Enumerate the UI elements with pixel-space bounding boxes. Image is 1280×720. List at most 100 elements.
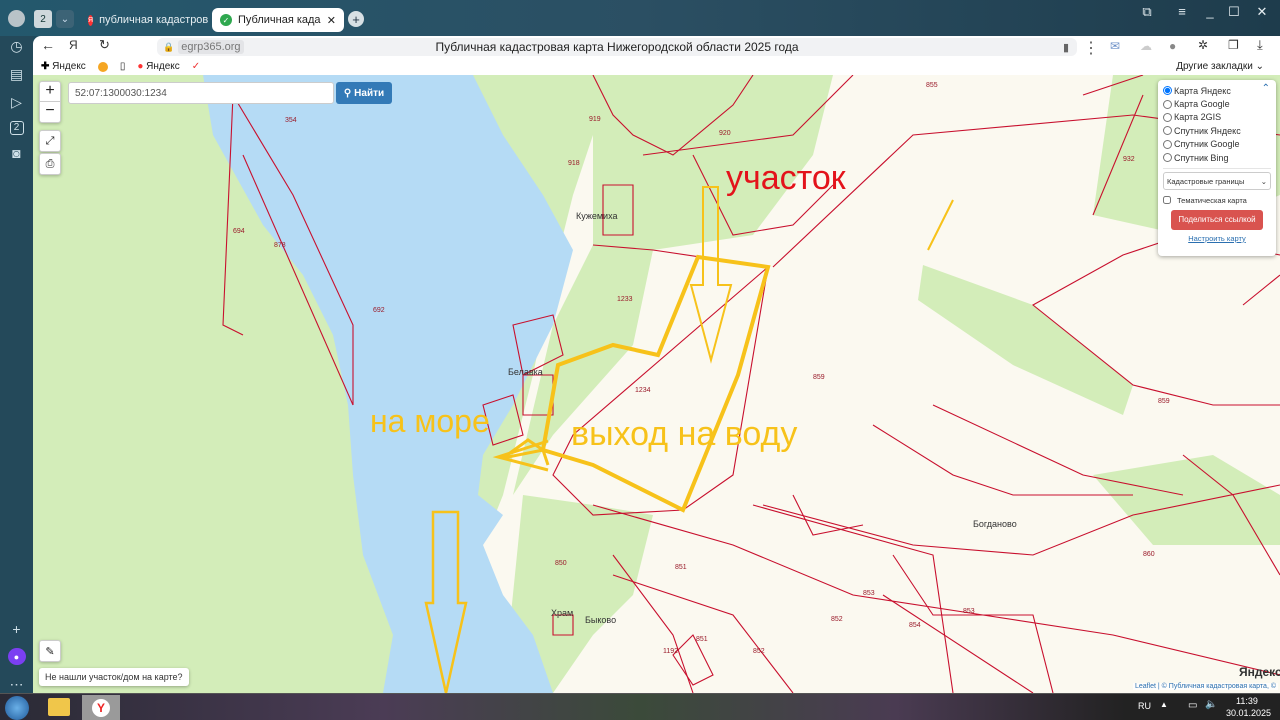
map-canvas[interactable]: 354 919 920 855 932 918 694 878 692 1233… xyxy=(33,75,1280,693)
bookmark-orange-icon[interactable] xyxy=(97,61,108,72)
tab-2[interactable]: ✓ Публичная кадастрова ✕ xyxy=(212,8,344,32)
cadastral-map[interactable]: 354 919 920 855 932 918 694 878 692 1233… xyxy=(33,75,1280,693)
profile-avatar[interactable] xyxy=(8,10,25,27)
layer-label: Спутник Яндекс xyxy=(1174,125,1241,136)
tray-arrow-icon[interactable]: ▲ xyxy=(1160,700,1168,709)
zoom-in-button[interactable]: + xyxy=(40,82,60,103)
tab-label: публичная кадастровая к xyxy=(99,14,208,26)
browser-titlebar: 2 ⌄ Я публичная кадастровая к ✓ Публична… xyxy=(0,0,1280,36)
alice-icon[interactable]: ● xyxy=(7,647,26,666)
thematic-map-toggle[interactable]: Тематическая карта xyxy=(1163,193,1271,206)
add-icon[interactable]: + xyxy=(8,620,26,638)
overlay-select[interactable]: Кадастровые границы ⌄ xyxy=(1163,172,1271,191)
sidebar-badge[interactable]: 2 xyxy=(9,120,24,135)
parcel-label: 932 xyxy=(1123,156,1135,163)
annotation-water-access: выход на воду xyxy=(571,415,797,453)
menu-icon[interactable]: ≡ xyxy=(1170,4,1194,19)
layer-option-google-map[interactable]: Карта Google xyxy=(1163,97,1271,110)
forest-area xyxy=(918,265,1133,415)
clock-date[interactable]: 30.01.2025 xyxy=(1226,708,1271,718)
tab-group-badge[interactable]: 2 xyxy=(34,10,52,28)
annotation-parcel: участок xyxy=(726,159,847,197)
maximize-button[interactable]: ☐ xyxy=(1222,4,1246,20)
network-icon[interactable]: ▭ xyxy=(1188,700,1197,711)
other-bookmarks[interactable]: Другие закладки ⌄ xyxy=(1176,61,1264,72)
parcel-label: 854 xyxy=(909,622,921,629)
volume-icon[interactable]: 🔈 xyxy=(1205,699,1217,710)
share-link-button[interactable]: Поделиться ссылкой xyxy=(1171,209,1263,230)
start-button[interactable] xyxy=(5,696,29,720)
layer-option-2gis-map[interactable]: Карта 2GIS xyxy=(1163,111,1271,124)
parcel-label: 850 xyxy=(555,560,567,567)
yandex-browser-taskbar-icon[interactable]: Y xyxy=(82,695,120,720)
close-tab-icon[interactable]: ✕ xyxy=(327,14,336,27)
layer-option-yandex-satellite[interactable]: Спутник Яндекс xyxy=(1163,124,1271,137)
parcel-label: 853 xyxy=(863,590,875,597)
parcel-label: 920 xyxy=(719,130,731,137)
reload-button[interactable]: ↻ xyxy=(99,37,110,53)
parcel-label: 1234 xyxy=(635,387,651,394)
more-options-icon[interactable]: ⋮ xyxy=(1083,38,1099,58)
bookmark-icon[interactable]: ▮ xyxy=(1063,41,1069,54)
configure-map-link[interactable]: Настроить карту xyxy=(1163,234,1271,243)
more-icon[interactable]: ⋯ xyxy=(8,675,26,693)
radio[interactable] xyxy=(1163,153,1172,163)
back-button[interactable]: ← xyxy=(41,37,55,53)
weather-icon[interactable]: ☁ xyxy=(1140,39,1152,53)
reader-icon[interactable]: ❐ xyxy=(1228,38,1239,52)
bookmark-yandex-1[interactable]: ✚ Яндекс xyxy=(41,61,86,72)
chevron-down-icon: ⌄ xyxy=(1260,176,1267,186)
cadastral-search-input[interactable] xyxy=(68,82,334,104)
layer-option-bing-satellite[interactable]: Спутник Bing xyxy=(1163,151,1271,164)
radio[interactable] xyxy=(1163,99,1172,109)
forest-area xyxy=(1093,455,1280,545)
download-icon[interactable]: ⤓ xyxy=(1257,37,1263,53)
radio[interactable] xyxy=(1163,86,1172,96)
layer-option-yandex-map[interactable]: Карта Яндекс xyxy=(1163,84,1271,97)
browser-toolbar: ← Я ↻ 🔒 egrp365.org Публичная кадастрова… xyxy=(33,36,1280,58)
parcel-label: 852 xyxy=(753,648,765,655)
search-button[interactable]: ⚲ Найти xyxy=(336,82,392,104)
ruler-button[interactable]: ✎ xyxy=(39,640,61,662)
parcel-label: 860 xyxy=(1143,551,1155,558)
camera-icon[interactable]: ◙ xyxy=(8,145,26,163)
layer-label: Карта Яндекс xyxy=(1174,85,1231,96)
mail-icon[interactable]: ✉ xyxy=(1110,39,1120,53)
tabs-dropdown-icon[interactable]: ⌄ xyxy=(56,10,74,28)
print-button[interactable]: ⎙ xyxy=(39,153,61,175)
not-found-button[interactable]: Не нашли участок/дом на карте? xyxy=(39,668,189,686)
language-indicator[interactable]: RU xyxy=(1138,701,1151,711)
clock-time[interactable]: 11:39 xyxy=(1236,696,1258,706)
history-icon[interactable]: ◷ xyxy=(8,38,26,56)
theme-icon[interactable]: ● xyxy=(1169,39,1176,53)
collections-icon[interactable]: ⧉ xyxy=(1135,4,1159,20)
attribution-text[interactable]: | © Публичная кадастровая карта, © xyxy=(1158,683,1276,690)
leaflet-link[interactable]: Leaflet xyxy=(1135,683,1156,690)
new-tab-button[interactable]: + xyxy=(348,11,364,27)
play-icon[interactable]: ▷ xyxy=(8,93,26,111)
bookmark-page-icon[interactable]: ▯ xyxy=(120,61,126,72)
other-bookmarks-label: Другие закладки xyxy=(1176,61,1253,72)
extensions-icon[interactable]: ✲ xyxy=(1198,38,1208,52)
tab-1[interactable]: Я публичная кадастровая к xyxy=(80,9,208,31)
bookmark-yandex-2[interactable]: ● Яндекс xyxy=(137,61,179,72)
yandex-button[interactable]: Я xyxy=(69,38,78,52)
close-window-button[interactable]: ✕ xyxy=(1250,4,1274,20)
bookmark-check-icon[interactable]: ✓ xyxy=(192,61,200,72)
layer-option-google-satellite[interactable]: Спутник Google xyxy=(1163,138,1271,151)
minimize-button[interactable]: _ xyxy=(1198,4,1222,19)
thematic-checkbox[interactable] xyxy=(1163,196,1171,205)
zoom-out-button[interactable]: − xyxy=(45,102,54,122)
explorer-icon[interactable] xyxy=(48,698,70,716)
fullscreen-button[interactable]: ⤢ xyxy=(39,130,61,152)
address-bar[interactable]: 🔒 egrp365.org Публичная кадастровая карт… xyxy=(157,38,1077,56)
radio[interactable] xyxy=(1163,112,1172,122)
radio[interactable] xyxy=(1163,126,1172,136)
place-label: Кужемиха xyxy=(576,211,618,221)
search-button-label: Найти xyxy=(354,87,385,99)
collapse-chevron-icon[interactable]: ⌃ xyxy=(1262,83,1270,94)
radio[interactable] xyxy=(1163,139,1172,149)
bookmark-label: Яндекс xyxy=(146,61,180,72)
bookmarks-bar: ✚ Яндекс ▯ ● Яндекс ✓ Другие закладки ⌄ xyxy=(33,58,1280,75)
notes-icon[interactable]: ▤ xyxy=(8,66,26,84)
